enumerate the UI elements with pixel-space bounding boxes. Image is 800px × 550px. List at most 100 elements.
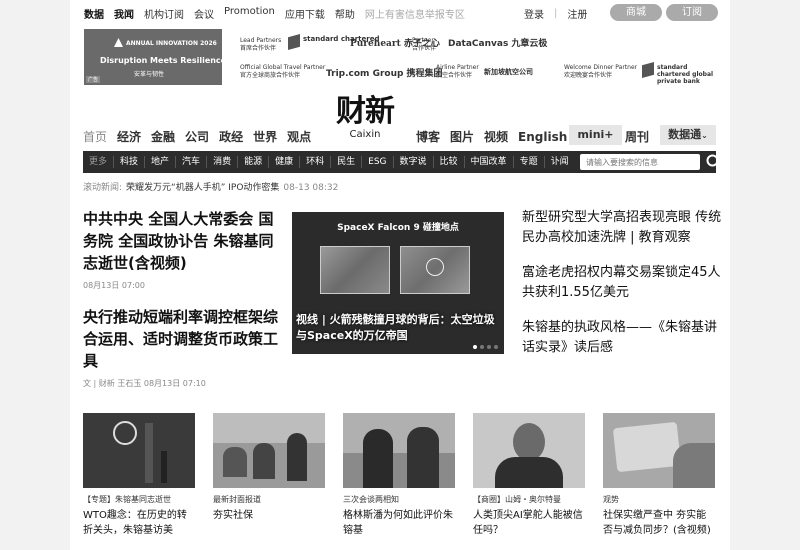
top-nav-institution[interactable]: 机构订阅 — [144, 6, 184, 21]
channel-auto[interactable]: 汽车 — [175, 156, 206, 168]
story-card[interactable]: 【专题】朱镕基同志逝世 WTO趣念：在历史的转折关头，朱镕基访美 — [83, 413, 195, 538]
ticker-headline[interactable]: 荣耀发万元“机器人手机” IPO动作密集 — [126, 183, 279, 193]
nav-video[interactable]: 视频 — [484, 128, 508, 145]
feature-image-title: SpaceX Falcon 9 碰撞地点 — [337, 223, 459, 233]
ticker-time: 08-13 08:32 — [283, 183, 339, 193]
top-nav: 数据 我闻 机构订阅 会议 Promotion 应用下载 帮助 网上有害信息举报… — [84, 6, 465, 21]
singapore-airlines-logo[interactable]: 新加坡航空公司 — [484, 67, 533, 77]
channel-bar: 更多 科技 地产 汽车 消费 能源 健康 环科 民生 ESG 数字说 比较 中国… — [83, 151, 722, 173]
nav-weekly[interactable]: 周刊 — [625, 128, 649, 145]
channel-health[interactable]: 健康 — [268, 156, 299, 168]
nav-finance[interactable]: 金融 — [151, 128, 175, 145]
caixin-homepage: 数据 我闻 机构订阅 会议 Promotion 应用下载 帮助 网上有害信息举报… — [70, 0, 730, 550]
channel-tech[interactable]: 科技 — [113, 156, 144, 168]
nav-photos[interactable]: 图片 — [450, 128, 474, 145]
nav-blog[interactable]: 博客 — [416, 128, 440, 145]
datacanvas-logo[interactable]: DataCanvas 九章云极 — [448, 36, 547, 49]
channel-reform[interactable]: 中国改革 — [463, 156, 513, 168]
story-card[interactable]: 观势 社保实缴严查中 夯实能否与减负同步？(含视频) — [603, 413, 715, 538]
channel-esg[interactable]: ESG — [361, 156, 392, 168]
lead-headline-1[interactable]: 中共中央 全国人大常委会 国务院 全国政协讣告 朱镕基同志逝世(含视频) — [83, 208, 283, 274]
nav-world[interactable]: 世界 — [253, 128, 277, 145]
card-title[interactable]: 人类顶尖AI掌舵人能被信任吗？ — [473, 508, 585, 538]
sponsor-partner-label: Partner 合作伙伴 — [412, 37, 437, 52]
card-kicker: 【商圈】山姆・奥尔特曼 — [473, 495, 561, 504]
logo-english: Caixin — [349, 129, 381, 140]
channel-data[interactable]: 数字说 — [392, 156, 433, 168]
nav-english[interactable]: English — [518, 130, 567, 144]
lead-headline-1-meta: 08月13日 07:00 — [83, 281, 145, 290]
channel-obituary[interactable]: 讣闻 — [543, 156, 575, 168]
featured-slideshow[interactable]: SpaceX Falcon 9 碰撞地点 视线 | 火箭残骸撞月球的背后：太空垃… — [292, 212, 504, 354]
lead-headline-2[interactable]: 央行推动短端利率调控框架综合运用、适时调整货币政策工具 — [83, 306, 283, 372]
data-dropdown-label: 数据通 — [668, 128, 702, 141]
login-link[interactable]: 登录 — [524, 6, 544, 21]
channel-topics[interactable]: 专题 — [512, 156, 544, 168]
ad-headline: Disruption Meets Resilience — [100, 56, 227, 65]
card-image-greenspan — [343, 413, 455, 488]
sponsor-airline-label: Airline Partner 航空合作伙伴 — [436, 64, 479, 79]
card-image-altman — [473, 413, 585, 488]
card-title[interactable]: 格林斯潘为何如此评价朱镕基 — [343, 508, 455, 538]
right-story-1[interactable]: 新型研究型大学高招表现亮眼 传统民办高校加速洗牌 | 教育观察 — [522, 208, 722, 248]
innovation-logo-icon — [114, 38, 123, 47]
nav-economy[interactable]: 经济 — [117, 128, 141, 145]
channel-livelihood[interactable]: 民生 — [330, 156, 361, 168]
satellite-image-before — [320, 246, 390, 294]
nav-opinion[interactable]: 观点 — [287, 128, 311, 145]
top-nav-promotion[interactable]: Promotion — [224, 6, 275, 21]
card-title[interactable]: 夯实社保 — [213, 508, 325, 523]
card-title[interactable]: 社保实缴严查中 夯实能否与减负同步？(含视频) — [603, 508, 715, 538]
channel-consumer[interactable]: 消费 — [206, 156, 237, 168]
card-image-insurance-card — [603, 413, 715, 488]
register-link[interactable]: 注册 — [567, 6, 587, 21]
divider: | — [554, 8, 558, 19]
sponsor-lead-label: Lead Partners 首席合作伙伴 — [240, 37, 282, 52]
subscribe-button[interactable]: 订阅 — [666, 4, 718, 21]
channel-list: 更多 科技 地产 汽车 消费 能源 健康 环科 民生 ESG 数字说 比较 中国… — [89, 156, 575, 168]
channel-environment[interactable]: 环科 — [299, 156, 330, 168]
right-story-2[interactable]: 富途老虎招权内幕交易案锁定45人 共获利1.55亿美元 — [522, 263, 722, 303]
pager-dot[interactable] — [473, 345, 477, 349]
account-links: 登录 | 注册 — [524, 6, 587, 21]
logo-chinese: 财新 — [336, 94, 395, 129]
channel-energy[interactable]: 能源 — [237, 156, 268, 168]
innovation-ad-banner[interactable]: ANNUAL INNOVATION 2026 Disruption Meets … — [84, 29, 226, 85]
caixin-logo[interactable]: 财新 Caixin — [329, 95, 401, 141]
pager-dot[interactable] — [494, 345, 498, 349]
nav-companies[interactable]: 公司 — [185, 128, 209, 145]
mall-button[interactable]: 商城 — [610, 4, 662, 21]
channel-compare[interactable]: 比较 — [432, 156, 464, 168]
nav-home[interactable]: 首页 — [83, 128, 107, 145]
slideshow-pager — [473, 345, 498, 349]
card-kicker: 三次会谈两相知 — [343, 495, 399, 504]
ad-subline: 安革与韧性 — [134, 71, 165, 78]
card-title[interactable]: WTO趣念：在历史的转折关头，朱镕基访美 — [83, 508, 195, 538]
top-nav-report[interactable]: 网上有害信息举报专区 — [365, 6, 465, 21]
top-nav-app[interactable]: 应用下载 — [285, 6, 325, 21]
story-card[interactable]: 三次会谈两相知 格林斯潘为何如此评价朱镕基 — [343, 413, 455, 538]
right-story-3[interactable]: 朱镕基的执政风格——《朱镕基讲话实录》读后感 — [522, 318, 722, 358]
standard-chartered-logo-icon — [642, 62, 654, 78]
news-ticker: 滚动新闻: 荣耀发万元“机器人手机” IPO动作密集 08-13 08:32 — [83, 180, 338, 193]
channel-realestate[interactable]: 地产 — [144, 156, 175, 168]
pager-dot[interactable] — [487, 345, 491, 349]
data-dropdown[interactable]: 数据通⌄ — [660, 125, 716, 145]
top-nav-wowen[interactable]: 我闻 — [114, 6, 134, 21]
trip-com-logo[interactable]: Trip.com Group 携程集团 — [326, 66, 443, 79]
standard-chartered-private-logo[interactable]: standard chartered global private bank — [657, 64, 717, 85]
top-nav-help[interactable]: 帮助 — [335, 6, 355, 21]
channel-more[interactable]: 更多 — [89, 156, 113, 168]
top-nav-conference[interactable]: 会议 — [194, 6, 214, 21]
search-icon[interactable] — [705, 153, 723, 171]
mini-plus-button[interactable]: mini+ — [569, 125, 622, 145]
story-card[interactable]: 【商圈】山姆・奥尔特曼 人类顶尖AI掌舵人能被信任吗？ — [473, 413, 585, 538]
search-input[interactable] — [580, 154, 700, 170]
top-nav-data[interactable]: 数据 — [84, 6, 104, 21]
pager-dot[interactable] — [480, 345, 484, 349]
feature-caption[interactable]: 视线 | 火箭残骸撞月球的背后：太空垃圾与SpaceX的万亿帝国 — [292, 312, 504, 344]
nav-politics[interactable]: 政经 — [219, 128, 243, 145]
story-card[interactable]: 最新封面报道 夯实社保 — [213, 413, 325, 523]
card-kicker: 观势 — [603, 495, 619, 504]
card-image-social-security — [213, 413, 325, 488]
